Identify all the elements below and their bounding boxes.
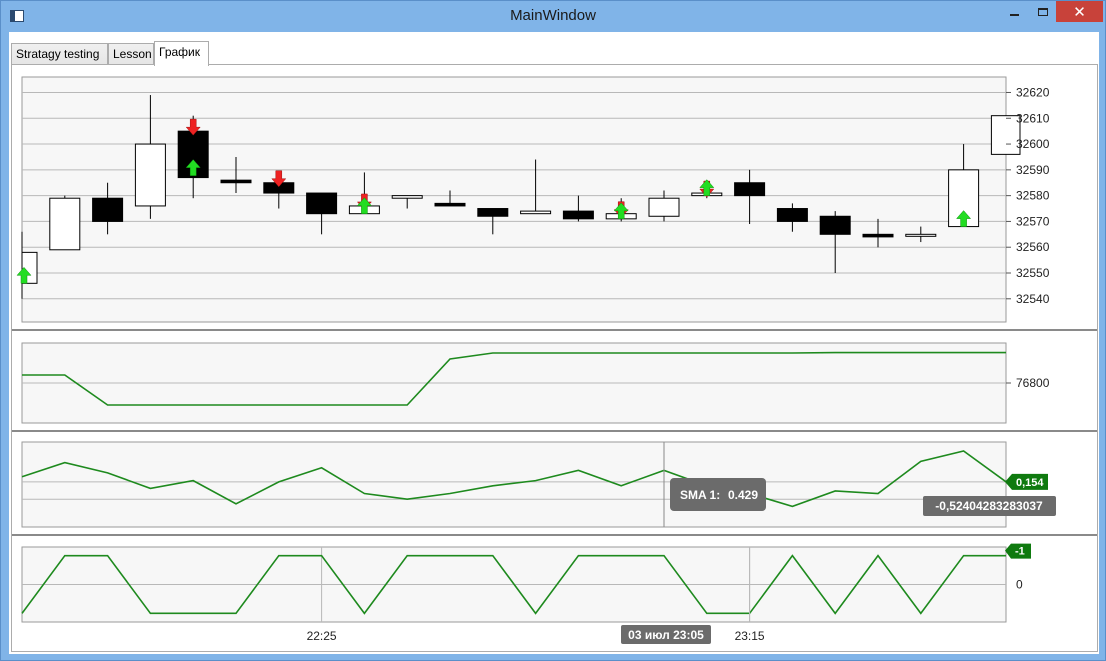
value-tick-label: 76800 (1016, 376, 1050, 390)
price-tick-label: 32590 (1016, 163, 1050, 177)
price-tick-label: 32570 (1016, 214, 1050, 228)
time-tick-label: 23:15 (735, 629, 765, 643)
sma-tooltip-value: 0.429 (728, 488, 758, 502)
sma-tooltip: SMA 1: 0.429 (670, 478, 766, 511)
close-icon: ✕ (1073, 3, 1086, 21)
close-button[interactable]: ✕ (1056, 1, 1103, 22)
osc-last-value-text: -1 (1015, 546, 1025, 558)
candle-body-bull (648, 197, 680, 217)
price-tick-label: 32580 (1016, 189, 1050, 203)
panel-frame (21, 76, 1007, 323)
candle-body-bear (477, 208, 509, 217)
candle-body-bear (862, 233, 894, 238)
sma-cursor-value-badge: -0,52404283283037 (923, 496, 1056, 516)
candle-body-bull (391, 195, 423, 199)
chart-canvas[interactable]: 32540 32550 32560 32570 32580 32590 32600 32610… (12, 65, 1097, 651)
candle-body-bull (49, 197, 81, 251)
candle-body-bear (776, 208, 808, 222)
sma-last-value-badge: 0,154 (1005, 473, 1048, 490)
price-tick-label: 32540 (1016, 292, 1050, 306)
window-client-area: Stratagy testing Lesson График 32540 3255… (9, 32, 1099, 654)
tab-stratagy-testing[interactable]: Stratagy testing (11, 43, 108, 65)
candle-body-bear (434, 202, 466, 207)
tab-lesson[interactable]: Lesson (108, 43, 154, 65)
candle-body-bear (92, 197, 124, 222)
candle-body-bear (819, 215, 851, 235)
minimize-icon (1009, 13, 1019, 16)
price-tick-label: 32600 (1016, 137, 1050, 151)
candle-body-bear (306, 192, 338, 215)
price-tick-label: 32560 (1016, 240, 1050, 254)
osc-last-value-badge: -1 (1005, 543, 1031, 559)
price-tick-label: 32610 (1016, 111, 1050, 125)
sma-tooltip-label: SMA 1: (680, 488, 720, 502)
time-tick-label: 22:25 (307, 629, 337, 643)
chart-panels (12, 76, 1097, 623)
price-tick-label: 32620 (1016, 85, 1050, 99)
maximize-button[interactable] (1029, 1, 1056, 22)
maximize-icon (1037, 7, 1048, 16)
window-title: MainWindow (510, 7, 596, 24)
candle-body-bull (134, 143, 166, 207)
main-window: MainWindow ✕ Stratagy testing Lesson Гра… (0, 0, 1106, 661)
candle-body-bear (220, 179, 252, 184)
title-bar[interactable]: MainWindow ✕ (1, 1, 1105, 31)
sma-last-value-text: 0,154 (1016, 477, 1044, 489)
osc-tick-label: 0 (1016, 578, 1023, 592)
tab-grafik[interactable]: График (154, 41, 209, 66)
candle-body-bull (905, 233, 937, 237)
price-tick-label: 32550 (1016, 266, 1050, 280)
sma-cursor-value-text: -0,52404283283037 (935, 499, 1043, 513)
time-cursor-label: 03 июл 23:05 (621, 625, 711, 644)
candle-body-bear (562, 210, 594, 220)
time-cursor-text: 03 июл 23:05 (628, 628, 704, 642)
candle-body-bull (520, 210, 552, 215)
chart-tab-content: 32540 32550 32560 32570 32580 32590 32600 32610… (11, 64, 1098, 652)
candle-body-bear (734, 182, 766, 197)
minimize-button[interactable] (999, 1, 1029, 22)
